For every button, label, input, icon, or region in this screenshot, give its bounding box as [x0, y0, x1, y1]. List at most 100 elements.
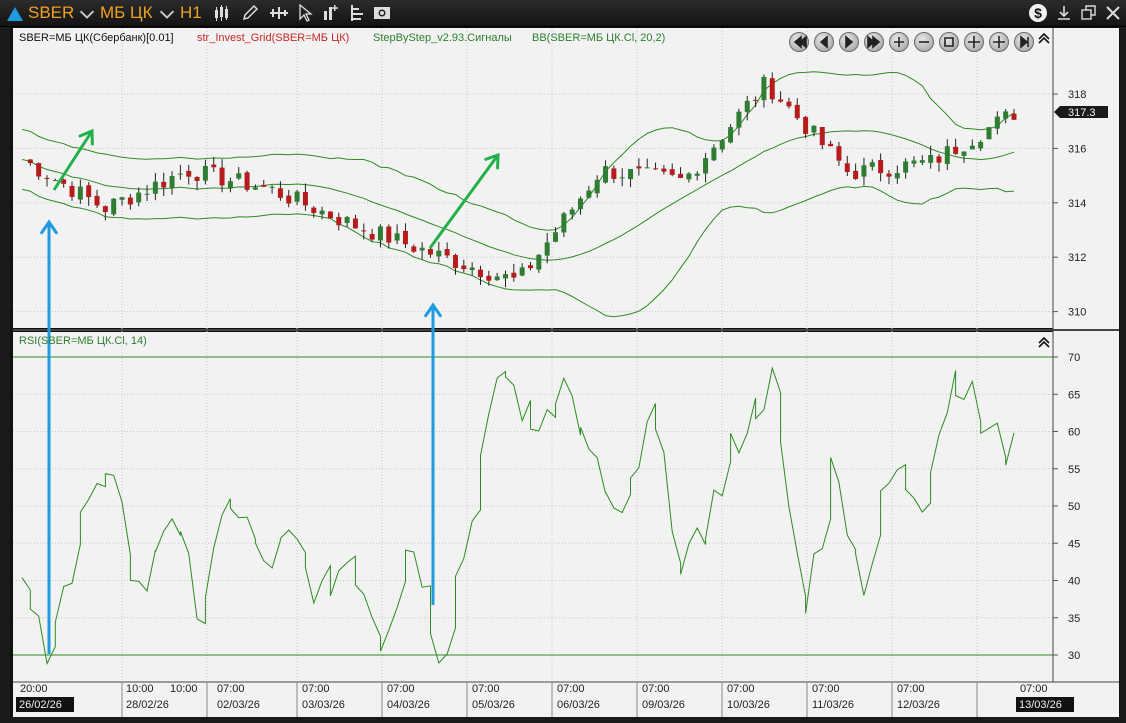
candle-body [669, 169, 675, 175]
candle-body [911, 160, 917, 164]
symbol-selector[interactable]: SBER [28, 3, 74, 23]
x-time-label: 07:00 [387, 683, 415, 695]
image-icon[interactable] [373, 4, 391, 22]
x-date-label: 12/03/26 [897, 699, 940, 711]
price-tick-label: 316 [1068, 143, 1086, 155]
candle-body [136, 192, 142, 203]
candle-body [994, 116, 1000, 129]
candle-body [519, 267, 525, 276]
candle-body [111, 198, 117, 215]
dollar-icon[interactable]: $ [1028, 3, 1048, 23]
candle-body [94, 195, 100, 206]
candle-body [86, 185, 92, 198]
up-triangle-icon [6, 5, 24, 23]
prev-icon[interactable] [814, 32, 834, 52]
candle-body [828, 143, 834, 147]
end-icon[interactable] [1014, 32, 1034, 52]
candle-body [77, 186, 83, 200]
rsi-tick-label: 35 [1068, 613, 1080, 625]
exchange-selector[interactable]: МБ ЦК [100, 3, 153, 23]
candle-body [903, 161, 909, 173]
rsi-plot-area [13, 332, 1053, 682]
close-icon[interactable] [1104, 4, 1122, 22]
candle-body [144, 193, 150, 195]
candle-body [361, 230, 367, 232]
restore-icon[interactable] [1080, 4, 1098, 22]
candle-body [452, 254, 458, 269]
price-tick-label: 310 [1068, 307, 1086, 319]
candle-body [544, 242, 550, 256]
candle-body [1011, 113, 1017, 120]
candle-body [969, 145, 975, 150]
candles-icon[interactable] [213, 4, 231, 22]
rsi-tick-label: 40 [1068, 576, 1080, 588]
candle-body [803, 116, 809, 134]
candle-body [1003, 111, 1009, 119]
candle-body [286, 195, 292, 204]
candle-body [694, 173, 700, 176]
candle-body [944, 146, 950, 165]
rsi-tick-label: 30 [1068, 650, 1080, 662]
x-time-label: 07:00 [557, 683, 585, 695]
chart-canvas[interactable]: 318 316 314 312 310 70 65 60 55 50 45 40 35 30 20:00 1… [10, 27, 1120, 717]
candle-body [794, 104, 800, 119]
last-icon[interactable] [864, 32, 884, 52]
candle-body [561, 213, 567, 233]
candle-body [978, 141, 984, 149]
x-time-label: 20:00 [20, 683, 48, 695]
candle-body [244, 172, 250, 190]
price-tick-label: 312 [1068, 252, 1086, 264]
candle-body [319, 210, 325, 215]
download-icon[interactable] [1055, 4, 1073, 22]
x-date-label: 05/03/26 [472, 699, 515, 711]
cursor-icon[interactable] [296, 4, 314, 22]
x-time-label: 07:00 [302, 683, 330, 695]
candle-body [119, 197, 125, 200]
expand-icon[interactable] [964, 32, 984, 52]
candle-body [611, 168, 617, 179]
timeframe-selector[interactable]: H1 [180, 3, 202, 23]
pencil-icon[interactable] [241, 4, 259, 22]
candle-body [236, 173, 242, 179]
rsi-header: RSI(SBER=МБ ЦК.Cl, 14) [19, 335, 147, 347]
first-icon[interactable] [789, 32, 809, 52]
candle-body [169, 176, 175, 189]
current-price-marker: 317.3 [1054, 106, 1108, 119]
zoom-in-icon[interactable] [889, 32, 909, 52]
candle-body [578, 198, 584, 210]
x-time-label: 07:00 [897, 683, 925, 695]
chevron-down-icon[interactable] [158, 6, 175, 24]
candle-body [369, 234, 375, 240]
candle-body [394, 233, 400, 241]
candle-body [653, 168, 659, 170]
x-date-label: 09/03/26 [642, 699, 685, 711]
bar-plus-icon[interactable] [322, 4, 340, 22]
candle-body [194, 176, 200, 181]
signals-indicator-header: StepByStep_v2.93.Сигналы [373, 32, 512, 44]
candle-body [961, 151, 967, 156]
candle-body [36, 163, 42, 177]
levels-icon[interactable] [348, 4, 366, 22]
candle-body [878, 160, 884, 174]
x-time-label: 07:00 [727, 683, 755, 695]
candle-body [327, 211, 333, 219]
zoom-out-icon[interactable] [914, 32, 934, 52]
candle-body [953, 146, 959, 154]
next-icon[interactable] [839, 32, 859, 52]
chevron-down-icon[interactable] [78, 6, 95, 24]
candle-body [636, 166, 642, 169]
bars-icon[interactable] [268, 4, 290, 22]
candle-body [528, 265, 534, 269]
compress-icon[interactable] [989, 32, 1009, 52]
candle-body [586, 190, 592, 198]
candle-body [127, 197, 133, 205]
candle-body [494, 276, 500, 281]
current-price-label: 317.3 [1068, 107, 1096, 119]
candle-body [686, 173, 692, 180]
zoom-fit-icon[interactable] [939, 32, 959, 52]
candle-body [719, 140, 725, 150]
candle-body [219, 167, 225, 186]
x-date-label: 11/03/26 [812, 699, 854, 711]
candle-body [836, 146, 842, 161]
candle-body [227, 181, 233, 188]
